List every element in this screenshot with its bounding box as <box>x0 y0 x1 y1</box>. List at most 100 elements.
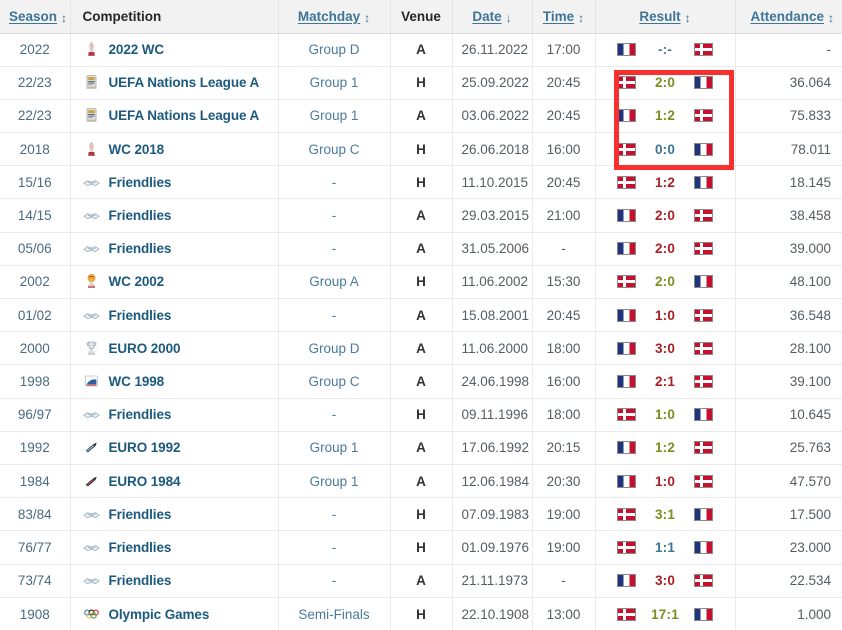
table-row[interactable]: 2000 EURO 2000 Group D A 11.06.2000 18:00 3:0 2… <box>0 331 842 366</box>
cell-competition[interactable]: UEFA Nations League A <box>70 66 279 100</box>
match-score[interactable]: 3:0 <box>636 573 694 588</box>
cell-result[interactable]: 1:2 <box>595 431 736 465</box>
competition-link[interactable]: UEFA Nations League A <box>109 75 260 90</box>
cell-competition[interactable]: Friendlies <box>70 298 279 333</box>
competition-link[interactable]: Friendlies <box>109 208 172 223</box>
cell-competition[interactable]: EURO 1984 <box>70 464 279 499</box>
table-row[interactable]: 15/16 Friendlies - H 11.10.2015 20:45 1:2 18.14… <box>0 165 842 200</box>
column-header-attendance[interactable]: Attendance ↕ <box>735 0 842 34</box>
cell-competition[interactable]: Friendlies <box>70 232 279 266</box>
match-score[interactable]: 3:0 <box>636 341 694 356</box>
cell-competition[interactable]: Friendlies <box>70 497 279 532</box>
match-score[interactable]: 2:0 <box>636 75 694 90</box>
competition-link[interactable]: Friendlies <box>109 407 172 422</box>
column-header-date[interactable]: Date ↓ <box>452 0 533 34</box>
table-row[interactable]: 1992 EURO 1992 Group 1 A 17.06.1992 20:15 1:2 2… <box>0 431 842 465</box>
cell-result[interactable]: 3:0 <box>595 331 736 366</box>
column-header-time[interactable]: Time ↕ <box>532 0 596 34</box>
table-row[interactable]: 2018 WC 2018 Group C H 26.06.2018 16:00 0:0 78.… <box>0 132 842 167</box>
table-row[interactable]: 01/02 Friendlies - A 15.08.2001 20:45 1:0 36.54… <box>0 298 842 333</box>
match-score[interactable]: 0:0 <box>636 142 694 157</box>
cell-result[interactable]: 3:0 <box>595 564 736 598</box>
cell-competition[interactable]: Friendlies <box>70 198 279 233</box>
cell-competition[interactable]: EURO 2000 <box>70 331 279 366</box>
table-row[interactable]: 22/23 UEFA Nations League A Group 1 A 03.06.… <box>0 99 842 134</box>
table-row[interactable]: 76/77 Friendlies - H 01.09.1976 19:00 1:1 23.00… <box>0 530 842 565</box>
cell-result[interactable]: 2:0 <box>595 66 736 100</box>
column-header-season[interactable]: Season ↕ <box>0 0 71 34</box>
match-score[interactable]: 1:2 <box>636 440 694 455</box>
cell-result[interactable]: 0:0 <box>595 132 736 167</box>
cell-result[interactable]: 1:2 <box>595 99 736 134</box>
match-score[interactable]: 17:1 <box>636 607 694 622</box>
table-row[interactable]: 2022 2022 WC Group D A 26.11.2022 17:00 -:- - <box>0 33 842 67</box>
sort-link-result[interactable]: Result <box>639 9 680 24</box>
sort-link-time[interactable]: Time <box>543 9 574 24</box>
sort-link-date[interactable]: Date <box>472 9 501 24</box>
cell-result[interactable]: 2:1 <box>595 364 736 399</box>
cell-result[interactable]: 2:0 <box>595 198 736 233</box>
match-score[interactable]: 2:0 <box>636 241 694 256</box>
match-score[interactable]: 1:1 <box>636 540 694 555</box>
cell-result[interactable]: 1:0 <box>595 398 736 432</box>
competition-link[interactable]: UEFA Nations League A <box>109 108 260 123</box>
cell-result[interactable]: 1:2 <box>595 165 736 200</box>
cell-competition[interactable]: EURO 1992 <box>70 431 279 465</box>
table-row[interactable]: 22/23 UEFA Nations League A Group 1 H 25.09.… <box>0 66 842 100</box>
cell-competition[interactable]: Friendlies <box>70 398 279 432</box>
sort-link-attendance[interactable]: Attendance <box>750 9 824 24</box>
cell-result[interactable]: 17:1 <box>595 597 736 630</box>
competition-link[interactable]: Friendlies <box>109 308 172 323</box>
cell-competition[interactable]: WC 2018 <box>70 132 279 167</box>
match-score[interactable]: 1:0 <box>636 474 694 489</box>
competition-link[interactable]: Olympic Games <box>109 607 210 622</box>
table-row[interactable]: 96/97 Friendlies - H 09.11.1996 18:00 1:0 10.64… <box>0 398 842 432</box>
match-score[interactable]: 2:1 <box>636 374 694 389</box>
match-score[interactable]: 1:0 <box>636 407 694 422</box>
cell-competition[interactable]: UEFA Nations League A <box>70 99 279 134</box>
sort-link-season[interactable]: Season <box>9 9 57 24</box>
table-row[interactable]: 2002 WC 2002 Group A H 11.06.2002 15:30 2:0 48.… <box>0 265 842 300</box>
match-score[interactable]: 1:2 <box>636 108 694 123</box>
competition-link[interactable]: Friendlies <box>109 175 172 190</box>
cell-result[interactable]: 2:0 <box>595 265 736 300</box>
competition-link[interactable]: 2022 WC <box>109 42 165 57</box>
cell-competition[interactable]: Friendlies <box>70 530 279 565</box>
table-row[interactable]: 05/06 Friendlies - A 31.05.2006-2:0 39.000 <box>0 232 842 266</box>
table-row[interactable]: 14/15 Friendlies - A 29.03.2015 21:00 2:0 38.45… <box>0 198 842 233</box>
match-score[interactable]: 2:0 <box>636 274 694 289</box>
cell-competition[interactable]: WC 1998 <box>70 364 279 399</box>
competition-link[interactable]: EURO 2000 <box>109 341 181 356</box>
sort-link-matchday[interactable]: Matchday <box>298 9 360 24</box>
table-row[interactable]: 73/74 Friendlies - A 21.11.1973-3:0 22.534 <box>0 564 842 598</box>
match-score[interactable]: -:- <box>636 42 694 57</box>
match-score[interactable]: 2:0 <box>636 208 694 223</box>
column-header-result[interactable]: Result ↕ <box>595 0 736 34</box>
table-row[interactable]: 1998 WC 1998 Group C A 24.06.1998 16:00 2:1 39.… <box>0 364 842 399</box>
cell-result[interactable]: 2:0 <box>595 232 736 266</box>
competition-link[interactable]: Friendlies <box>109 507 172 522</box>
cell-result[interactable]: 3:1 <box>595 497 736 532</box>
competition-link[interactable]: WC 1998 <box>109 374 165 389</box>
competition-link[interactable]: Friendlies <box>109 241 172 256</box>
competition-link[interactable]: EURO 1984 <box>109 474 181 489</box>
cell-result[interactable]: -:- <box>595 33 736 67</box>
competition-link[interactable]: EURO 1992 <box>109 440 181 455</box>
match-score[interactable]: 1:0 <box>636 308 694 323</box>
table-row[interactable]: 83/84 Friendlies - H 07.09.1983 19:00 3:1 17.50… <box>0 497 842 532</box>
cell-result[interactable]: 1:1 <box>595 530 736 565</box>
table-row[interactable]: 1908 Olympic Games Semi-Finals H 22.10.1908 1… <box>0 597 842 630</box>
match-score[interactable]: 3:1 <box>636 507 694 522</box>
cell-competition[interactable]: Olympic Games <box>70 597 279 630</box>
cell-result[interactable]: 1:0 <box>595 298 736 333</box>
cell-competition[interactable]: 2022 WC <box>70 33 279 67</box>
cell-result[interactable]: 1:0 <box>595 464 736 499</box>
table-row[interactable]: 1984 EURO 1984 Group 1 A 12.06.1984 20:30 1:0 4… <box>0 464 842 499</box>
cell-competition[interactable]: Friendlies <box>70 564 279 598</box>
competition-link[interactable]: Friendlies <box>109 573 172 588</box>
cell-competition[interactable]: Friendlies <box>70 165 279 200</box>
column-header-matchday[interactable]: Matchday ↕ <box>278 0 391 34</box>
competition-link[interactable]: Friendlies <box>109 540 172 555</box>
competition-link[interactable]: WC 2018 <box>109 142 165 157</box>
match-score[interactable]: 1:2 <box>636 175 694 190</box>
